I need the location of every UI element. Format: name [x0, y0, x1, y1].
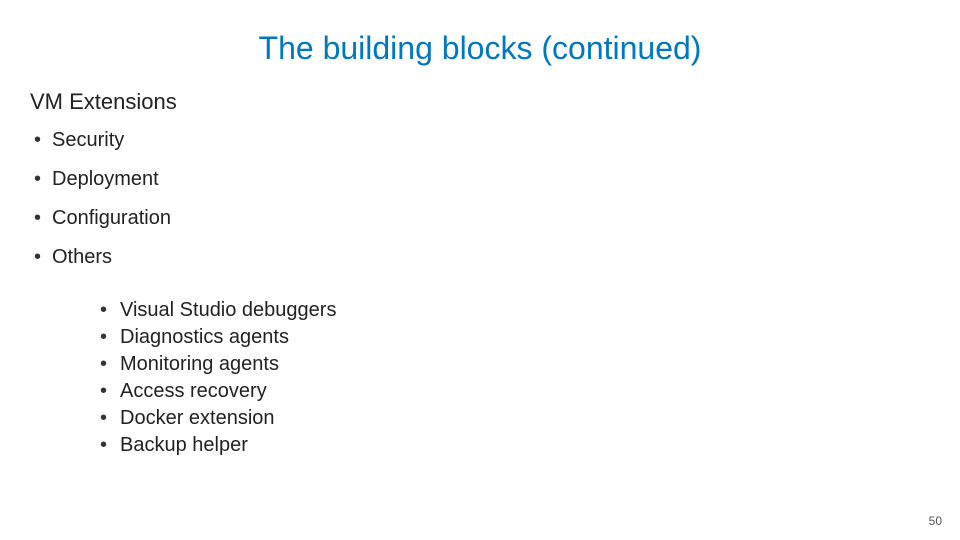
list-item: Security — [30, 129, 930, 152]
slide: The building blocks (continued) VM Exten… — [0, 0, 960, 540]
slide-subtitle: VM Extensions — [30, 89, 930, 115]
list-item: Deployment — [30, 168, 930, 191]
list-item: Diagnostics agents — [100, 324, 930, 351]
list-item: Others — [30, 246, 930, 269]
page-number: 50 — [929, 514, 942, 528]
sub-list: Visual Studio debuggers Diagnostics agen… — [100, 297, 930, 459]
list-item: Access recovery — [100, 378, 930, 405]
list-item: Docker extension — [100, 405, 930, 432]
main-list: Security Deployment Configuration Others — [30, 129, 930, 269]
list-item: Configuration — [30, 207, 930, 230]
slide-title: The building blocks (continued) — [30, 30, 930, 67]
list-item: Monitoring agents — [100, 351, 930, 378]
list-item: Backup helper — [100, 432, 930, 459]
list-item: Visual Studio debuggers — [100, 297, 930, 324]
